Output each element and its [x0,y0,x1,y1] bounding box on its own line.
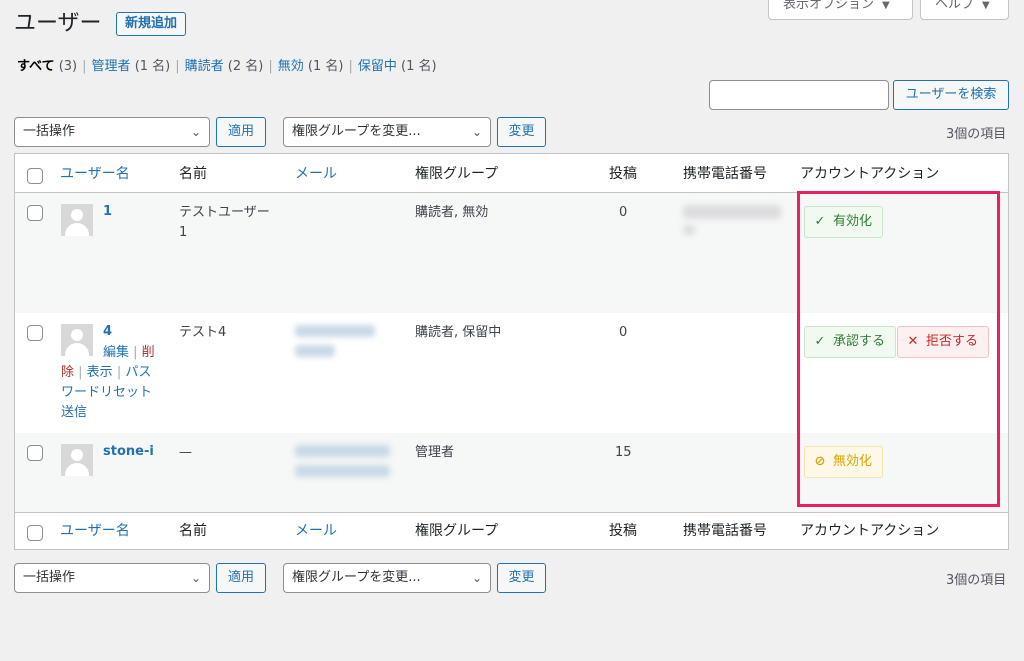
name-cell: — [179,445,192,460]
chevron-down-icon: ⌄ [190,125,201,139]
select-all-checkbox[interactable] [27,168,43,184]
password-reset-link[interactable]: ワードリセット [61,385,152,400]
row-checkbox[interactable] [27,205,43,221]
items-count-bottom: 3個の項目 [946,573,1007,588]
password-reset-link[interactable]: パス [125,365,151,380]
help-button[interactable]: ヘルプ ▼ [920,0,1009,20]
filter-administrator[interactable]: 管理者 [92,59,131,74]
column-posts: 投稿 [609,523,637,539]
filter-disabled[interactable]: 無効 [278,59,304,74]
user-filter-links: すべて (3) | 管理者 (1 名) | 購読者 (2 名) | 無効 (1 名) | 保留中… [17,59,437,74]
column-email[interactable]: メール [295,165,337,183]
column-name: 名前 [179,166,207,182]
change-button-top[interactable]: 変更 [497,117,546,147]
email-redacted[interactable] [295,445,390,457]
phone-redacted [683,225,695,235]
table-header: ユーザー名 名前 メール 権限グループ 投稿 携帯電話番号 アカウントアクション [15,154,1008,193]
username-link[interactable]: 1 [103,203,112,221]
avatar [61,204,93,236]
help-label: ヘルプ [935,0,975,12]
edit-link[interactable]: 編集 [103,345,129,360]
username-link[interactable]: 4 [103,323,112,341]
filter-all[interactable]: すべて [17,59,55,74]
bulk-action-selected: 一括操作 [23,570,76,585]
posts-cell: 0 [619,205,628,220]
screen-options-button[interactable]: 表示オプション ▼ [768,0,913,20]
change-role-select-top[interactable]: 権限グループを変更... ⌄ [283,117,491,147]
add-new-button[interactable]: 新規追加 [116,12,187,36]
posts-link[interactable]: 15 [615,443,632,463]
apply-button-bottom[interactable]: 適用 [216,563,266,593]
column-name: 名前 [179,523,207,539]
filter-pending[interactable]: 保留中 [358,59,397,74]
page-title: ユーザー [14,11,102,36]
column-role: 権限グループ [415,523,499,539]
avatar [61,444,93,476]
bulk-action-select-top[interactable]: 一括操作 ⌄ [14,117,210,147]
filter-administrator-count: (1 名) [134,59,171,74]
filter-pending-count: (1 名) [401,59,437,74]
triangle-down-icon: ▼ [982,0,990,11]
column-account-actions: アカウントアクション [800,166,940,182]
change-role-select-bottom[interactable]: 権限グループを変更... ⌄ [283,563,491,593]
triangle-down-icon: ▼ [882,0,890,11]
column-phone: 携帯電話番号 [683,166,767,182]
role-cell: 購読者, 保留中 [415,325,502,340]
column-username[interactable]: ユーザー名 [60,165,130,183]
bulk-action-select-bottom[interactable]: 一括操作 ⌄ [14,563,210,593]
role-cell: 管理者 [415,445,455,460]
screen-options-label: 表示オプション [783,0,875,12]
username-link[interactable]: stone-i [103,443,154,461]
column-email[interactable]: メール [295,522,337,540]
change-button-bottom[interactable]: 変更 [497,563,546,593]
row-checkbox[interactable] [27,445,43,461]
name-cell: テスト4 [179,325,227,340]
row-checkbox[interactable] [27,325,43,341]
filter-subscriber[interactable]: 購読者 [185,59,224,74]
table-footer: ユーザー名 名前 メール 権限グループ 投稿 携帯電話番号 アカウントアクション [15,512,1008,551]
view-link[interactable]: 表示 [87,365,113,380]
posts-cell: 0 [619,325,628,340]
name-line: 1 [179,225,188,240]
apply-button-top[interactable]: 適用 [216,117,266,147]
password-reset-link[interactable]: 送信 [61,405,87,420]
filter-disabled-count: (1 名) [307,59,344,74]
items-count-top: 3個の項目 [946,127,1007,142]
chevron-down-icon: ⌄ [471,571,482,585]
filter-subscriber-count: (2 名) [227,59,264,74]
delete-link[interactable]: 除 [61,365,74,380]
row-actions: 編集 | 削 除 | 表示 | パス ワードリセット 送信 [61,345,155,420]
filter-all-count: (3) [58,59,78,74]
email-redacted[interactable] [295,325,375,337]
name-line: テストユーザー [179,205,270,220]
name-cell: テストユーザー 1 [179,203,270,243]
email-redacted[interactable] [295,345,335,357]
column-username[interactable]: ユーザー名 [60,522,130,540]
column-role: 権限グループ [415,166,499,182]
column-posts: 投稿 [609,166,637,182]
change-role-selected: 権限グループを変更... [292,570,421,585]
highlight-box [797,191,1000,507]
bulk-action-selected: 一括操作 [23,124,76,139]
email-redacted[interactable] [295,465,390,477]
user-search-input[interactable] [709,80,889,110]
column-account-actions: アカウントアクション [800,523,940,539]
chevron-down-icon: ⌄ [190,571,201,585]
chevron-down-icon: ⌄ [471,125,482,139]
role-cell: 購読者, 無効 [415,205,489,220]
search-users-button[interactable]: ユーザーを検索 [893,80,1009,110]
delete-link[interactable]: 削 [142,345,155,360]
select-all-checkbox-footer[interactable] [27,525,43,541]
change-role-selected: 権限グループを変更... [292,124,421,139]
column-phone: 携帯電話番号 [683,523,767,539]
phone-redacted [683,205,781,219]
